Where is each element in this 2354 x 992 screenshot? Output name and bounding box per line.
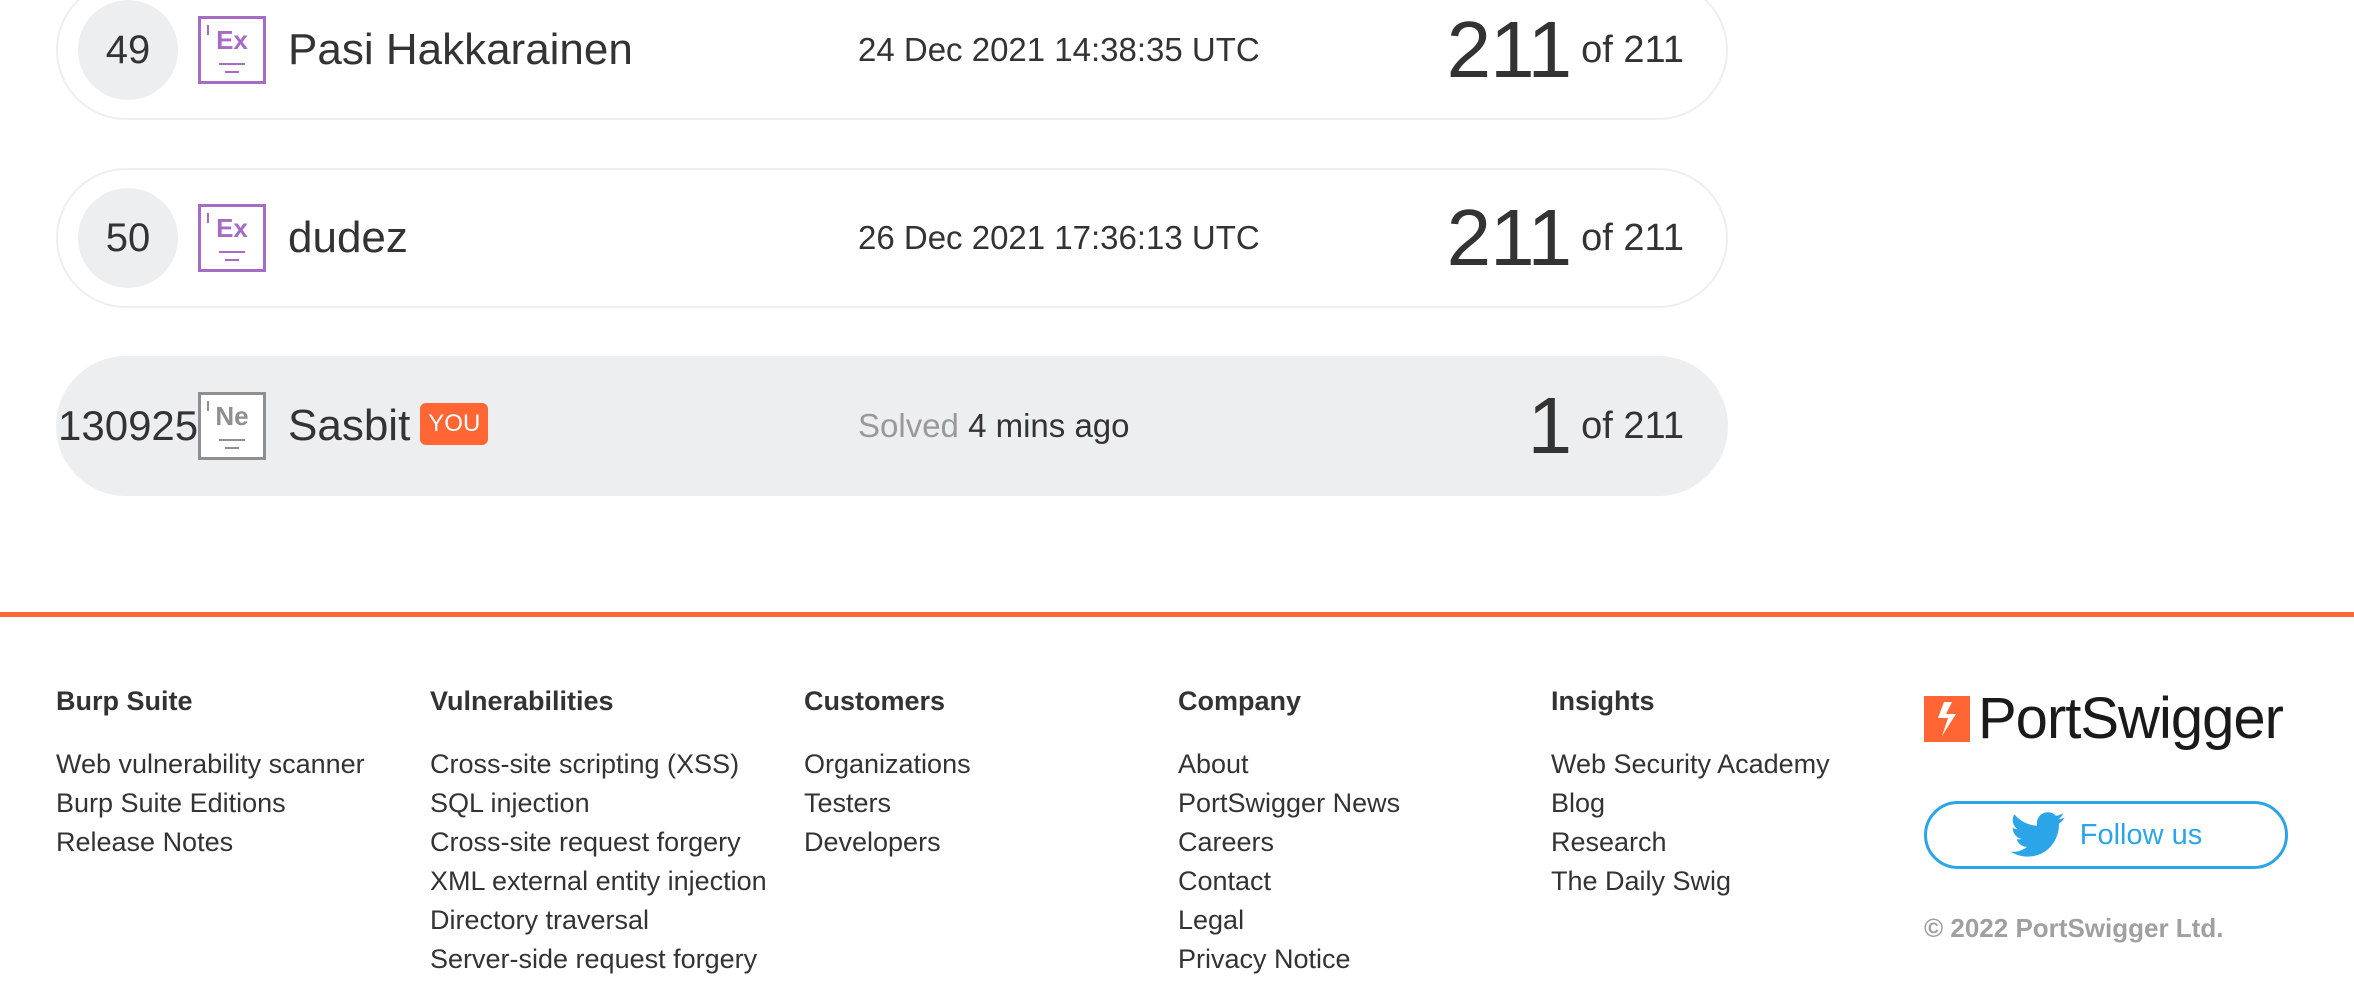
footer-link[interactable]: Developers: [804, 823, 971, 862]
footer-column-insights: Insights Web Security Academy Blog Resea…: [1551, 683, 1830, 901]
footer-link[interactable]: About: [1178, 745, 1400, 784]
portswigger-logo[interactable]: PortSwigger: [1924, 686, 2284, 751]
footer-link[interactable]: Contact: [1178, 862, 1400, 901]
footer-link[interactable]: Research: [1551, 823, 1830, 862]
score-total: of 211: [1581, 405, 1684, 447]
footer-link[interactable]: Web vulnerability scanner: [56, 745, 365, 784]
newbie-level-badge-icon: Ne: [198, 392, 266, 460]
solved-relative-time: Solved 4 mins ago: [858, 358, 1130, 494]
rank-circle: 50: [78, 188, 178, 288]
footer-link[interactable]: Cross-site request forgery: [430, 823, 767, 862]
footer-column-vulnerabilities: Vulnerabilities Cross-site scripting (XS…: [430, 683, 767, 979]
user-name: Pasi Hakkarainen: [288, 25, 633, 74]
rank-value: 130925: [58, 402, 199, 449]
solved-timestamp: 26 Dec 2021 17:36:13 UTC: [858, 219, 1260, 256]
score-total: of 211: [1581, 217, 1684, 259]
portswigger-logo-icon: [1924, 696, 1970, 742]
leaderboard-row: 50 Ex dudez 26 Dec 2021 17:36:13 UTC 211…: [56, 168, 1728, 308]
footer-link[interactable]: Release Notes: [56, 823, 365, 862]
footer-column-company: Company About PortSwigger News Careers C…: [1178, 683, 1400, 979]
copyright: © 2022 PortSwigger Ltd.: [1924, 913, 2224, 943]
score: 211 of 211: [1447, 0, 1684, 118]
footer-link[interactable]: Organizations: [804, 745, 971, 784]
solved-ago: 4 mins ago: [968, 407, 1130, 444]
footer-link[interactable]: Testers: [804, 784, 971, 823]
footer-link[interactable]: The Daily Swig: [1551, 862, 1830, 901]
footer-heading: Insights: [1551, 686, 1655, 716]
rank-circle: 49: [78, 0, 178, 100]
footer-link[interactable]: Blog: [1551, 784, 1830, 823]
score-value: 211: [1446, 193, 1573, 282]
footer-heading: Customers: [804, 686, 946, 716]
score: 1 of 211: [1528, 358, 1684, 494]
footer-link[interactable]: Legal: [1178, 901, 1400, 940]
footer-heading: Vulnerabilities: [430, 686, 614, 716]
footer-link[interactable]: PortSwigger News: [1178, 784, 1400, 823]
footer-heading: Burp Suite: [56, 686, 193, 716]
user-name-text: Sasbit: [288, 401, 411, 450]
leaderboard-row-you: 130925 Ne Sasbit YOU Solved 4 mins ago 1o…: [56, 356, 1728, 496]
solved-prefix: Solved: [858, 407, 959, 444]
brand-name: PortSwigger: [1978, 686, 2284, 751]
score-value: 1: [1527, 381, 1572, 470]
footer-link[interactable]: SQL injection: [430, 784, 767, 823]
footer-link[interactable]: Server-side request forgery: [430, 940, 767, 979]
you-badge: YOU: [420, 403, 489, 446]
footer-link[interactable]: Directory traversal: [430, 901, 767, 940]
score-value: 211: [1446, 5, 1573, 94]
footer-link[interactable]: Privacy Notice: [1178, 940, 1400, 979]
solved-timestamp: 24 Dec 2021 14:38:35 UTC: [858, 31, 1260, 68]
footer-heading: Company: [1178, 686, 1302, 716]
footer-link[interactable]: XML external entity injection: [430, 862, 767, 901]
footer-link[interactable]: Careers: [1178, 823, 1400, 862]
score: 211 of 211: [1447, 170, 1684, 306]
leaderboard-row: 49 Ex Pasi Hakkarainen 24 Dec 2021 14:38…: [56, 0, 1728, 120]
user-name: dudez: [288, 213, 408, 262]
expert-level-badge-icon: Ex: [198, 16, 266, 84]
follow-us-button[interactable]: Follow us: [1924, 801, 2288, 869]
follow-us-label: Follow us: [2079, 818, 2203, 851]
footer-column-burp-suite: Burp Suite Web vulnerability scanner Bur…: [56, 683, 365, 862]
footer-link[interactable]: Web Security Academy: [1551, 745, 1830, 784]
expert-level-badge-icon: Ex: [198, 204, 266, 272]
twitter-bird-icon: [2010, 812, 2065, 857]
footer-link[interactable]: Cross-site scripting (XSS): [430, 745, 767, 784]
score-total: of 211: [1581, 29, 1684, 71]
footer-link[interactable]: Burp Suite Editions: [56, 784, 365, 823]
user-name: Sasbit YOU: [288, 358, 489, 494]
site-footer: Burp Suite Web vulnerability scanner Bur…: [0, 617, 2354, 992]
footer-column-customers: Customers Organizations Testers Develope…: [804, 683, 971, 862]
